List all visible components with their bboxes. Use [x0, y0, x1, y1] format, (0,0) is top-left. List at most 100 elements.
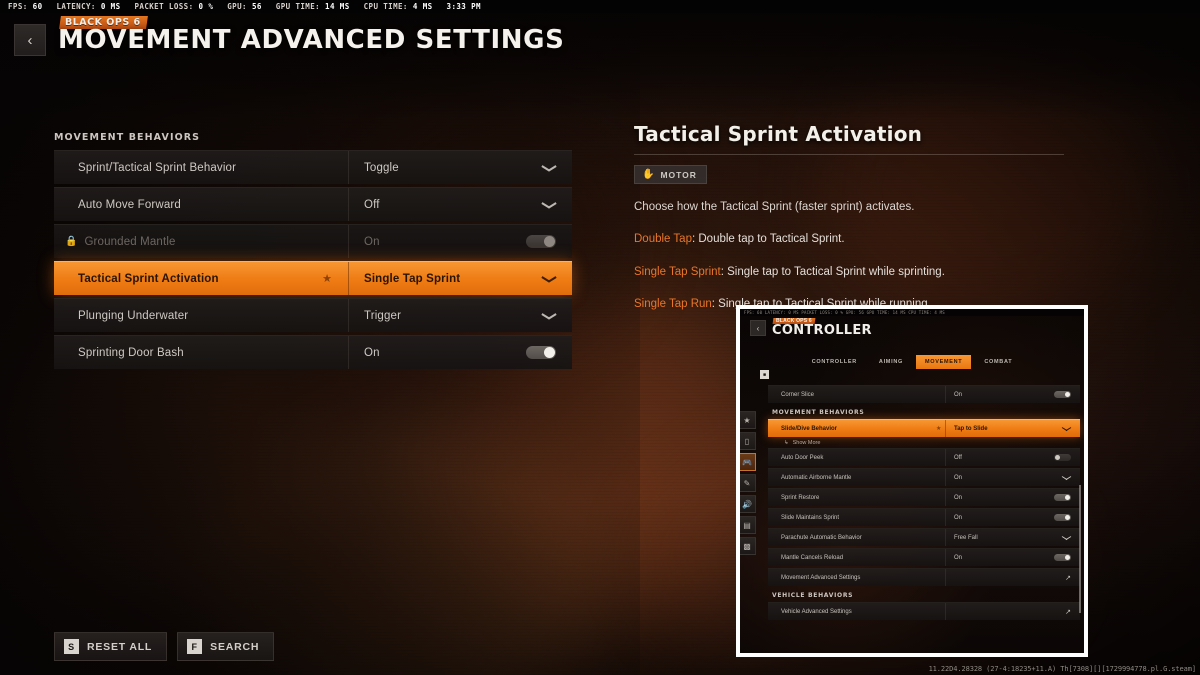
inset-settings-row[interactable]: Sprint Restore On: [768, 488, 1080, 506]
inset-back-button[interactable]: ‹: [750, 320, 766, 336]
favorite-star-icon[interactable]: ★: [936, 425, 941, 432]
inset-row-right: Free Fall: [946, 529, 1080, 546]
toggle-switch[interactable]: [1054, 554, 1071, 561]
inset-show-more[interactable]: ↳ Show More: [768, 437, 1080, 448]
back-button[interactable]: ‹: [14, 24, 46, 56]
settings-row[interactable]: Sprint/Tactical Sprint Behavior Toggle: [54, 150, 572, 184]
inset-rail-star-icon[interactable]: ★: [740, 411, 756, 429]
toggle-switch[interactable]: [1054, 514, 1071, 521]
settings-row-right: Toggle: [349, 151, 572, 184]
subtitles-icon: ▤: [743, 520, 751, 530]
inset-row-label: Mantle Cancels Reload: [781, 554, 844, 561]
settings-row-label: Sprinting Door Bash: [78, 346, 184, 359]
inset-rail-device-icon[interactable]: ▯: [740, 432, 756, 450]
chevron-down-icon[interactable]: [542, 201, 556, 209]
inset-row-left: Sprint Restore: [768, 489, 946, 506]
inset-group-label-2: VEHICLE BEHAVIORS: [772, 592, 854, 599]
inset-preview-window[interactable]: FPS: 60 LATENCY: 0 MS PACKET LOSS: 0 % G…: [736, 305, 1088, 657]
chevron-down-icon[interactable]: [542, 275, 556, 283]
inset-rail-audio-icon[interactable]: 🔊: [740, 495, 756, 513]
inset-settings-row[interactable]: Slide Maintains Sprint On: [768, 508, 1080, 526]
inset-row-right: ↗: [946, 569, 1080, 586]
button-label: SEARCH: [210, 640, 260, 653]
inset-icon-rail: ★ ▯ 🎮 ✎ 🔊 ▤ ▩: [740, 411, 758, 555]
inset-row-label: Slide Maintains Sprint: [781, 514, 840, 521]
inset-rail-subtitles-icon[interactable]: ▤: [740, 516, 756, 534]
graphics-icon: ✎: [743, 478, 751, 488]
settings-row-left: Tactical Sprint Activation ★: [54, 262, 349, 295]
inset-row-value: Free Fall: [954, 534, 978, 541]
inset-scrollbar[interactable]: [1079, 485, 1081, 613]
inset-settings-row[interactable]: Movement Advanced Settings ↗: [768, 568, 1080, 586]
inset-settings-row[interactable]: Parachute Automatic Behavior Free Fall: [768, 528, 1080, 546]
inset-settings-row[interactable]: Mantle Cancels Reload On: [768, 548, 1080, 566]
search-button[interactable]: F SEARCH: [177, 632, 275, 661]
chevron-down-icon[interactable]: [542, 312, 556, 320]
account-icon: ▩: [743, 541, 751, 551]
settings-row[interactable]: Auto Move Forward Off: [54, 187, 572, 221]
inset-tab-combat[interactable]: COMBAT: [975, 355, 1021, 369]
inset-settings-row[interactable]: Corner Slice On: [768, 385, 1080, 403]
inset-settings-row[interactable]: Vehicle Advanced Settings ↗: [768, 602, 1080, 620]
inset-rail-graphics-icon[interactable]: ✎: [740, 474, 756, 492]
info-option-key: Double Tap: [634, 233, 692, 246]
external-link-icon[interactable]: ↗: [1065, 608, 1071, 616]
settings-row[interactable]: Sprinting Door Bash On: [54, 335, 572, 369]
toggle-switch[interactable]: [1054, 494, 1071, 501]
inset-row-value: On: [954, 554, 963, 561]
inset-settings-row[interactable]: Automatic Airborne Mantle On: [768, 468, 1080, 486]
page-title: MOVEMENT ADVANCED SETTINGS: [58, 25, 565, 55]
info-option: Single Tap Sprint: Single tap to Tactica…: [634, 264, 1064, 281]
inset-row-right: On: [946, 386, 1080, 403]
inset-row-left: Movement Advanced Settings: [768, 569, 946, 586]
settings-row[interactable]: Tactical Sprint Activation ★ Single Tap Sp…: [54, 261, 572, 295]
settings-row-value: On: [364, 346, 380, 359]
chevron-down-icon[interactable]: [1062, 475, 1071, 480]
chevron-down-icon[interactable]: [542, 164, 556, 172]
telemetry-value: 0 MS: [100, 2, 121, 11]
toggle-switch[interactable]: [526, 346, 556, 359]
game-settings-screen: FPS: 60 LATENCY: 0 MS PACKET LOSS: 0 % GPU: 56 G…: [0, 0, 1200, 675]
info-panel: Tactical Sprint Activation ✋ MOTOR Choos…: [634, 122, 1064, 313]
settings-row[interactable]: Plunging Underwater Trigger: [54, 298, 572, 332]
inset-row-right: On: [946, 489, 1080, 506]
chevron-down-icon[interactable]: [1062, 535, 1071, 540]
inset-row-value: On: [954, 474, 963, 481]
inset-row-right: On: [946, 469, 1080, 486]
inset-settings-row[interactable]: Slide/Dive Behavior ★ Tap to Slide: [768, 419, 1080, 437]
toggle-switch[interactable]: [1054, 391, 1071, 398]
settings-row-list: Sprint/Tactical Sprint Behavior Toggle Aut…: [54, 150, 572, 369]
inset-tab-bar: CONTROLLER AIMING MOVEMENT COMBAT: [740, 355, 1084, 369]
settings-group-label: MOVEMENT BEHAVIORS: [54, 132, 201, 143]
inset-tab-controller[interactable]: CONTROLLER: [803, 355, 866, 369]
inset-row-label: Corner Slice: [781, 391, 815, 398]
info-option-text: : Single tap to Tactical Sprint while sp…: [720, 265, 945, 278]
settings-row-label: Sprint/Tactical Sprint Behavior: [78, 161, 237, 174]
settings-row-right: On: [349, 336, 572, 369]
inset-row-right: On: [946, 509, 1080, 526]
chevron-down-icon[interactable]: [1062, 426, 1071, 431]
chevron-left-icon: ‹: [756, 323, 760, 333]
telemetry-item: GPU: 56: [227, 2, 262, 11]
inset-row-value: On: [954, 514, 963, 521]
inset-tab-movement[interactable]: MOVEMENT: [915, 355, 972, 369]
inset-rail-account-icon[interactable]: ▩: [740, 537, 756, 555]
inset-settings-row[interactable]: Auto Door Peek Off: [768, 448, 1080, 466]
inset-telemetry-text: FPS: 60 LATENCY: 0 MS PACKET LOSS: 0 % G…: [744, 310, 945, 315]
inset-show-more-label: Show More: [792, 440, 821, 446]
settings-row-value: On: [364, 235, 380, 248]
telemetry-item: GPU TIME: 14 MS: [276, 2, 350, 11]
inset-rail-badge: ■: [760, 370, 769, 379]
telemetry-label: CPU TIME:: [363, 2, 408, 11]
settings-row-right: Single Tap Sprint: [349, 262, 572, 295]
controller-icon: 🎮: [742, 457, 752, 467]
favorite-star-icon[interactable]: ★: [322, 272, 332, 285]
toggle-switch[interactable]: [1054, 454, 1071, 461]
chevron-left-icon: ‹: [27, 31, 33, 49]
reset-all-button[interactable]: S RESET ALL: [54, 632, 168, 661]
inset-rail-controller-icon[interactable]: 🎮: [740, 453, 756, 471]
telemetry-item: FPS: 60: [8, 2, 43, 11]
settings-row-value: Single Tap Sprint: [364, 272, 461, 285]
inset-tab-aiming[interactable]: AIMING: [870, 355, 912, 369]
external-link-icon[interactable]: ↗: [1065, 574, 1071, 582]
